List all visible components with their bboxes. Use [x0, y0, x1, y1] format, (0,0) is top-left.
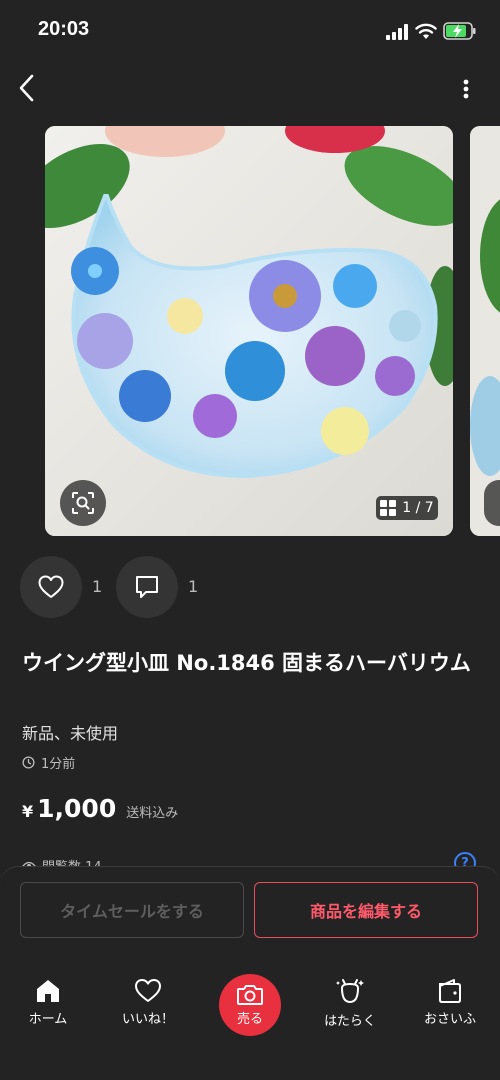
- edit-item-button[interactable]: 商品を編集する: [254, 882, 478, 938]
- posted-time-text: 1分前: [41, 757, 76, 772]
- item-title: ウイング型小皿 No.1846 固まるハーバリウム: [22, 651, 471, 675]
- image-counter-text: 1 / 7: [402, 500, 434, 516]
- comment-icon: [136, 576, 158, 598]
- sell-button[interactable]: 売る: [219, 974, 281, 1036]
- image-counter[interactable]: 1 / 7: [376, 496, 438, 520]
- battery-charging-icon: [443, 22, 476, 40]
- image-search-button[interactable]: [60, 480, 106, 526]
- camera-icon: [237, 984, 263, 1005]
- clock-icon: [22, 756, 35, 769]
- price-row: ¥ 1,000 送料込み: [22, 794, 178, 823]
- like-count: 1: [92, 577, 103, 596]
- tab-work-label: はたらく: [324, 1014, 376, 1029]
- tab-work[interactable]: はたらく: [310, 978, 390, 1038]
- item-price: 1,000: [37, 794, 117, 823]
- chevron-left-icon: [19, 74, 34, 102]
- like-button[interactable]: [20, 556, 82, 618]
- grid-icon: [380, 500, 397, 516]
- item-condition: 新品、未使用: [22, 724, 119, 743]
- tab-home[interactable]: ホーム: [8, 978, 88, 1038]
- tab-home-label: ホーム: [28, 1012, 68, 1027]
- sell-button-label: 売る: [236, 1011, 263, 1027]
- more-vertical-icon: [463, 79, 469, 99]
- next-product-image[interactable]: [470, 126, 500, 536]
- image-carousel[interactable]: [0, 126, 500, 536]
- home-icon: [37, 980, 59, 1002]
- comment-count: 1: [188, 577, 199, 596]
- posted-time: 1分前: [22, 753, 75, 772]
- shipping-label: 送料込み: [126, 806, 179, 821]
- comment-button[interactable]: [116, 556, 178, 618]
- scan-search-icon: [72, 492, 94, 514]
- sparkle-bag-icon: [336, 979, 364, 1004]
- tab-likes-label: いいね！: [121, 1012, 174, 1027]
- heart-icon: [38, 575, 64, 598]
- tab-wallet[interactable]: おさいふ: [410, 978, 490, 1038]
- status-time: 20:03: [38, 18, 90, 40]
- heart-icon: [135, 979, 161, 1002]
- signal-icon: [386, 24, 408, 40]
- tab-wallet-label: おさいふ: [423, 1012, 476, 1027]
- back-button[interactable]: [12, 70, 42, 106]
- more-options-button[interactable]: [452, 74, 480, 104]
- currency-symbol: ¥: [22, 802, 34, 821]
- wifi-icon: [415, 23, 437, 39]
- wallet-icon: [439, 979, 461, 1003]
- resin-dish-photo: [45, 126, 453, 536]
- next-image-photo: [470, 126, 500, 536]
- time-sale-button[interactable]: タイムセールをする: [20, 882, 244, 938]
- tab-likes[interactable]: いいね！: [108, 978, 188, 1038]
- status-bar: 20:03: [0, 0, 500, 60]
- next-image-search-button[interactable]: [484, 480, 500, 526]
- product-image[interactable]: [45, 126, 453, 536]
